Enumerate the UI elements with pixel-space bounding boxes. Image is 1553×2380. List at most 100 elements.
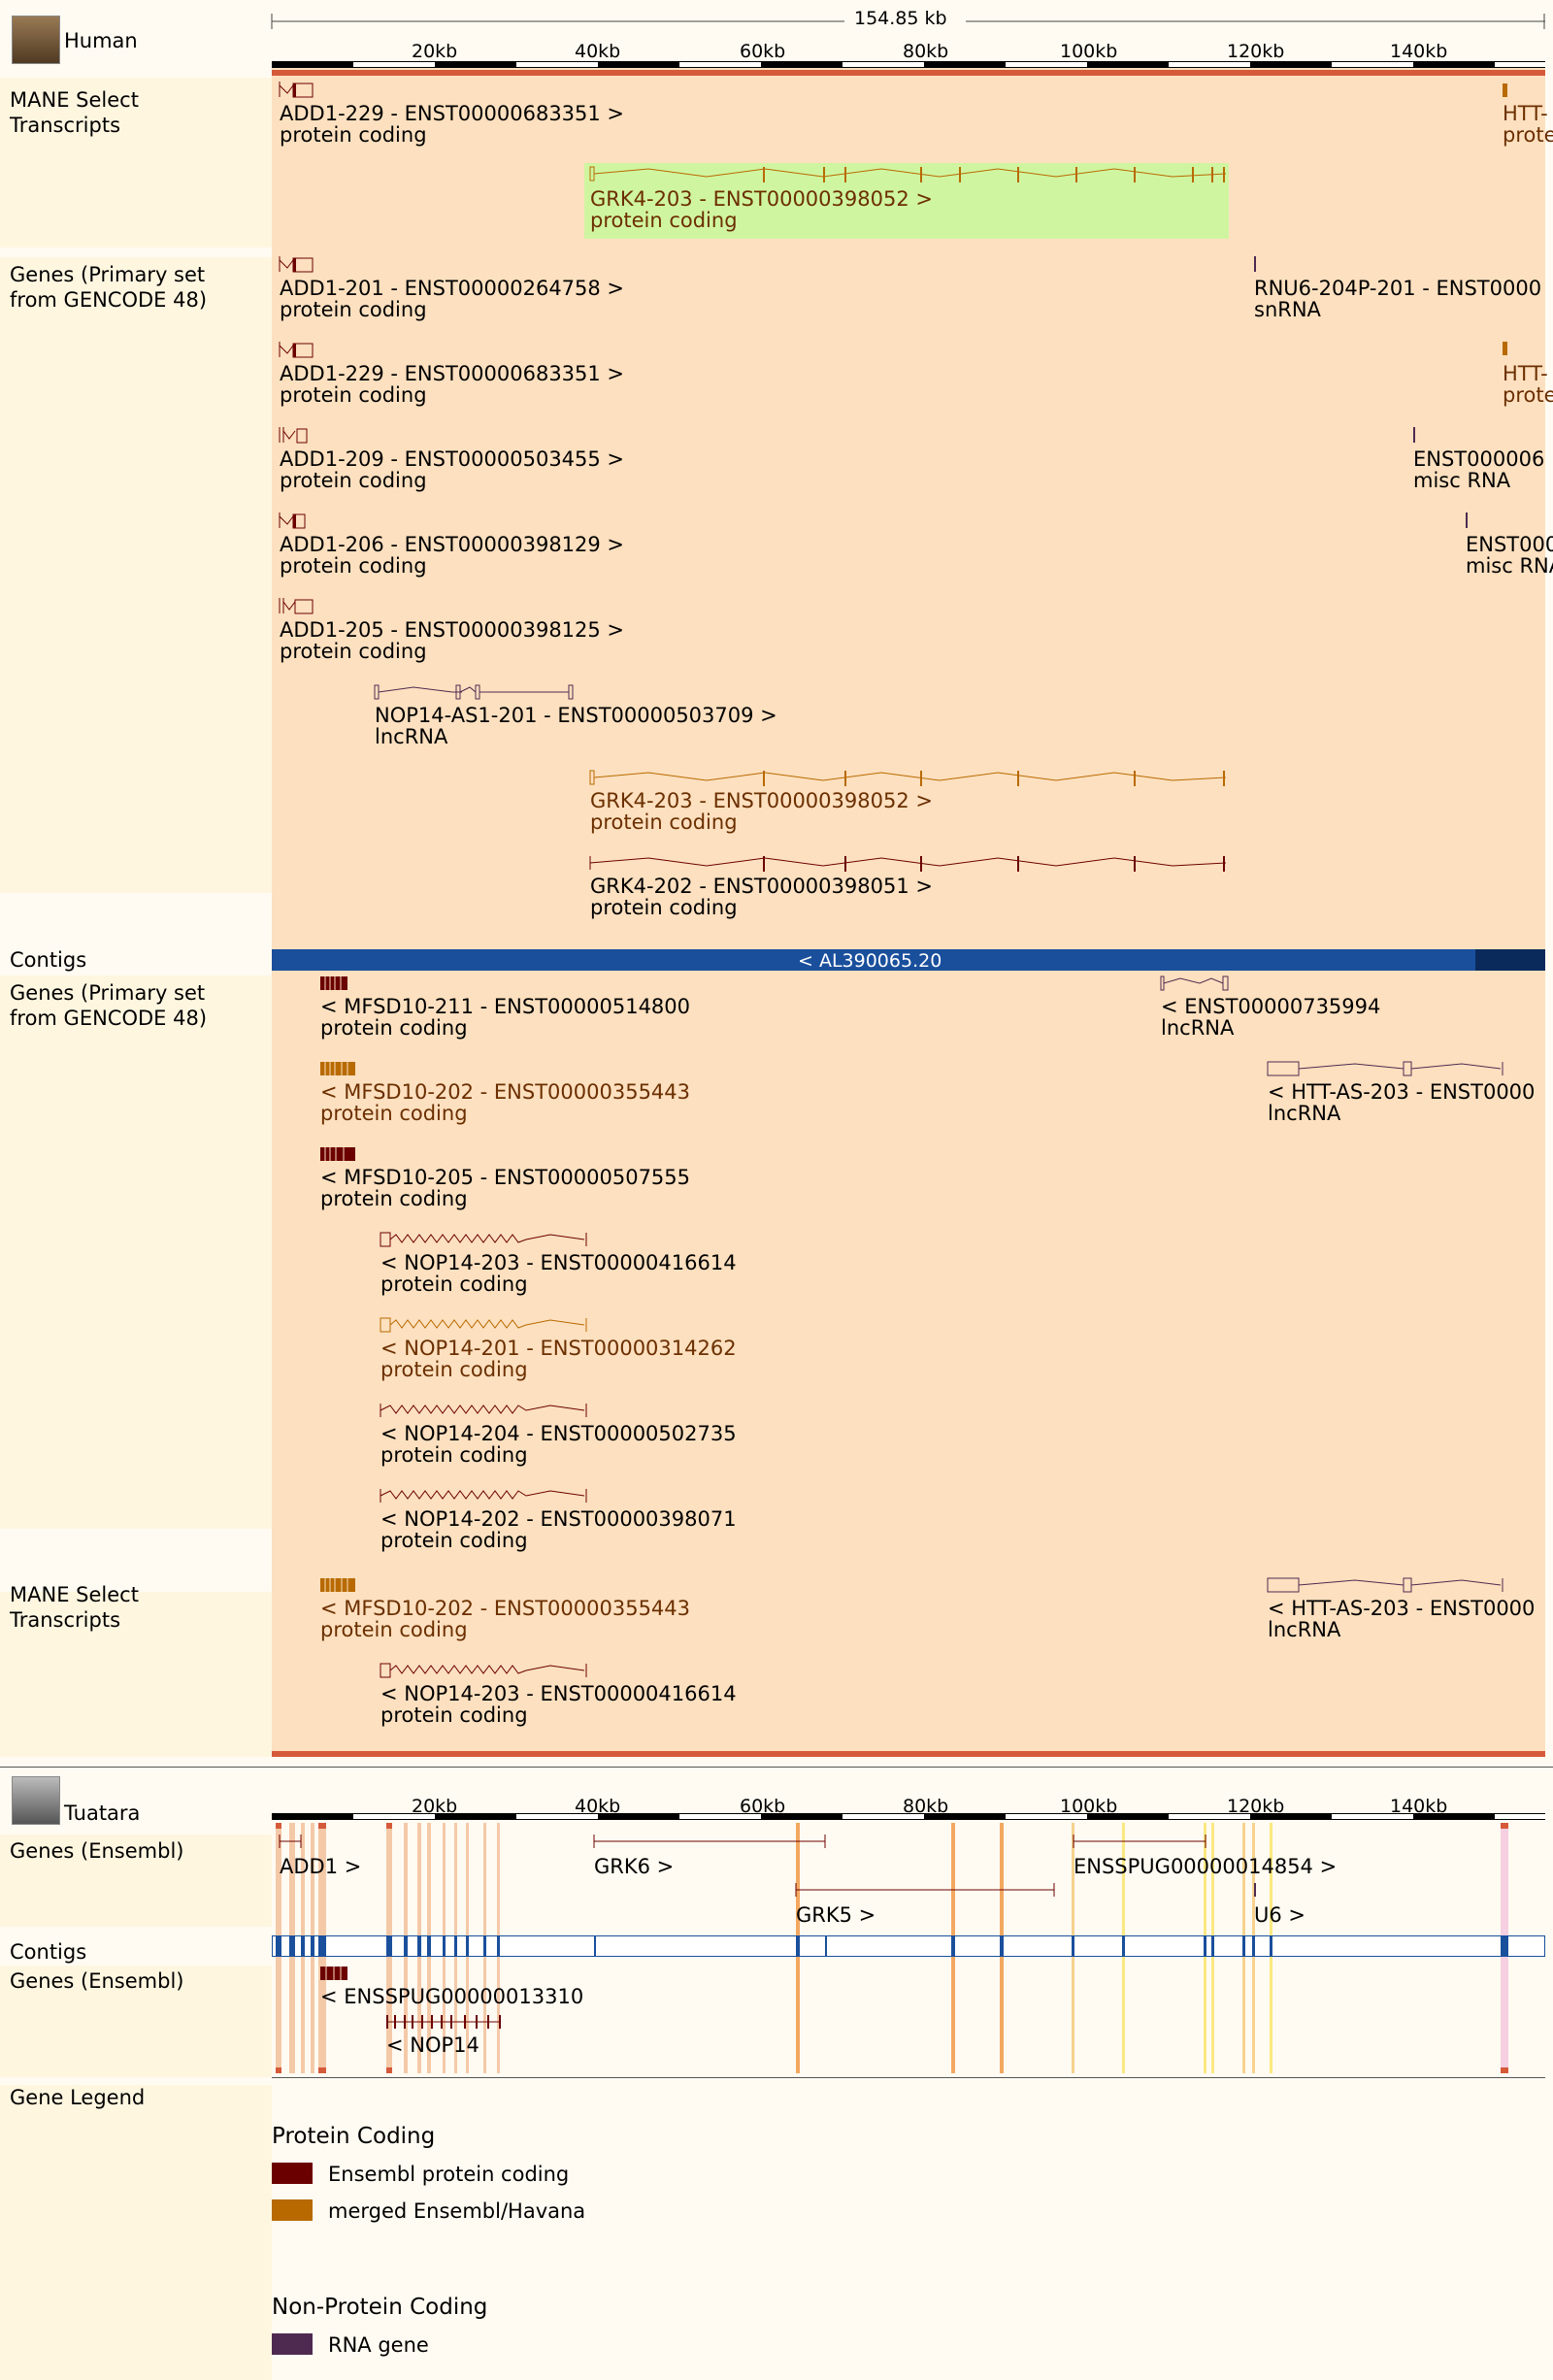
gene-glyph-mfsd10-202[interactable] — [320, 1576, 359, 1592]
gene-glyph-add1-205[interactable] — [279, 598, 318, 614]
gene-glyph-grk4-202[interactable] — [589, 854, 1231, 874]
feature-label[interactable]: NOP14-AS1-201 - ENST00000503709 > — [375, 705, 777, 727]
feature-label[interactable]: < NOP14-201 - ENST00000314262 — [380, 1338, 737, 1360]
track-label-contigs: Contigs — [10, 948, 87, 972]
feature-label[interactable]: GRK4-203 - ENST00000398052 > — [590, 188, 933, 211]
gene-glyph-add1-229[interactable] — [279, 342, 318, 358]
gene-glyph-enspug14854[interactable] — [1073, 1835, 1209, 1848]
gene-glyph-grk5[interactable] — [795, 1883, 1058, 1897]
track-label-tuatara-genes2: Genes (Ensembl) — [10, 1969, 184, 1993]
feature-label[interactable]: ENST000006 — [1413, 448, 1544, 471]
ruler-tick: 60kb — [740, 41, 786, 62]
gene-glyph-nop14-202[interactable] — [380, 1487, 594, 1503]
feature-label[interactable]: < MFSD10-211 - ENST00000514800 — [320, 996, 690, 1018]
feature-label[interactable]: GRK5 > — [796, 1904, 876, 1927]
ruler-tick: 40kb — [575, 41, 621, 62]
feature-type: protein coding — [380, 1273, 528, 1296]
feature-type: protein coding — [590, 896, 738, 919]
contig-bar-end[interactable] — [1475, 949, 1545, 971]
track-label-tuatara-genes1: Genes (Ensembl) — [10, 1839, 184, 1863]
feature-label[interactable]: RNU6-204P-201 - ENST0000 — [1254, 278, 1541, 300]
feature-label[interactable]: ADD1 > — [280, 1856, 361, 1878]
gene-glyph-add1-209[interactable] — [279, 427, 318, 444]
legend-item-ensembl: Ensembl protein coding — [328, 2163, 570, 2186]
feature-type: lncRNA — [1161, 1016, 1235, 1040]
feature-label[interactable]: HTT- — [1503, 363, 1548, 385]
feature-label[interactable]: < ENST00000735994 — [1161, 996, 1380, 1018]
feature-label[interactable]: < NOP14-202 - ENST00000398071 — [380, 1508, 737, 1531]
gene-glyph-grk4-203b[interactable] — [589, 769, 1231, 788]
feature-type: protein coding — [320, 1618, 468, 1641]
feature-type: snRNA — [1254, 298, 1321, 321]
gene-glyph-htt[interactable] — [1503, 83, 1507, 97]
tuatara-species-icon[interactable] — [12, 1776, 60, 1825]
feature-label[interactable]: HTT- — [1503, 103, 1548, 125]
feature-label[interactable]: ADD1-209 - ENST00000503455 > — [280, 448, 624, 471]
feature-label[interactable]: < NOP14-203 - ENST00000416614 — [380, 1683, 737, 1705]
gene-glyph-add1-229[interactable] — [279, 82, 318, 98]
track-label-tuatara-contigs: Contigs — [10, 1940, 87, 1964]
feature-label[interactable]: < MFSD10-202 - ENST00000355443 — [320, 1598, 690, 1620]
gene-glyph-htt-as-203[interactable] — [1267, 1576, 1506, 1593]
gene-glyph-add1[interactable] — [279, 1835, 309, 1848]
feature-label[interactable]: < MFSD10-205 - ENST00000507555 — [320, 1167, 690, 1189]
feature-label[interactable]: < MFSD10-202 - ENST00000355443 — [320, 1081, 690, 1104]
feature-label[interactable]: GRK4-202 - ENST00000398051 > — [590, 876, 933, 898]
gene-glyph-add1-201[interactable] — [279, 256, 318, 273]
legend-swatch-rna — [272, 2333, 313, 2355]
gene-glyph-misc[interactable] — [1413, 427, 1415, 443]
legend-title: Gene Legend — [10, 2086, 146, 2109]
gene-glyph-htt[interactable] — [1503, 342, 1507, 355]
feature-label[interactable]: ENSSPUG00000014854 > — [1074, 1856, 1337, 1878]
gene-glyph-mfsd10-202[interactable] — [320, 1060, 359, 1075]
feature-label[interactable]: ADD1-201 - ENST00000264758 > — [280, 278, 624, 300]
feature-label[interactable]: ADD1-205 - ENST00000398125 > — [280, 619, 624, 642]
gene-glyph-add1-206[interactable] — [279, 512, 318, 529]
gene-glyph-nop14-203[interactable] — [380, 1231, 594, 1247]
feature-type: protein coding — [380, 1703, 528, 1727]
feature-label[interactable]: ADD1-229 - ENST00000683351 > — [280, 363, 624, 385]
feature-type: protein coding — [380, 1358, 528, 1381]
feature-type: protein coding — [280, 640, 427, 663]
feature-label[interactable]: ENST000 — [1466, 534, 1553, 556]
gene-glyph-mfsd10-211[interactable] — [320, 975, 351, 990]
feature-label[interactable]: GRK6 > — [594, 1856, 674, 1878]
feature-label[interactable]: U6 > — [1254, 1904, 1305, 1927]
gene-glyph-rnu6[interactable] — [1254, 256, 1256, 272]
gene-glyph-nop14-as1[interactable] — [374, 683, 578, 700]
gene-glyph-mfsd10-205[interactable] — [320, 1145, 359, 1161]
human-species-icon[interactable] — [12, 16, 60, 64]
feature-label[interactable]: < NOP14-203 - ENST00000416614 — [380, 1252, 737, 1274]
feature-label[interactable]: ADD1-206 - ENST00000398129 > — [280, 534, 624, 556]
gene-glyph-nop14-201[interactable] — [380, 1316, 594, 1333]
tuatara-contig-blocks — [276, 1936, 1508, 1956]
feature-label[interactable]: < NOP14-204 - ENST00000502735 — [380, 1423, 737, 1445]
gene-glyph-enspug13310[interactable] — [320, 1965, 351, 1980]
gene-glyph-u6[interactable] — [1254, 1883, 1256, 1897]
feature-label[interactable]: < NOP14 — [386, 2034, 479, 2057]
feature-label[interactable]: GRK4-203 - ENST00000398052 > — [590, 790, 933, 812]
legend-swatch-merged — [272, 2199, 313, 2221]
feature-type: protein coding — [320, 1102, 468, 1125]
track-label-mane1: MANE Select Transcripts — [10, 88, 139, 137]
ruler-tick: 140kb — [1390, 41, 1448, 62]
highlight-region — [272, 68, 1545, 1757]
feature-label[interactable]: < HTT-AS-203 - ENST0000 — [1268, 1081, 1535, 1104]
feature-type: protein coding — [280, 383, 427, 407]
gene-glyph-misc[interactable] — [1466, 512, 1468, 528]
gene-glyph-enst735994[interactable] — [1160, 975, 1239, 991]
track-label-genes2: Genes (Primary set from GENCODE 48) — [10, 981, 208, 1030]
gene-glyph-nop14[interactable] — [386, 2013, 505, 2029]
feature-type: protein coding — [320, 1016, 468, 1040]
gene-glyph-grk6[interactable] — [593, 1835, 827, 1848]
feature-label[interactable]: ADD1-229 - ENST00000683351 > — [280, 103, 624, 125]
contig-label[interactable]: < AL390065.20 — [798, 950, 942, 973]
gene-glyph-grk4-203[interactable] — [589, 165, 1231, 184]
feature-label[interactable]: < HTT-AS-203 - ENST0000 — [1268, 1598, 1535, 1620]
gene-glyph-htt-as-203[interactable] — [1267, 1060, 1506, 1076]
gene-glyph-nop14-204[interactable] — [380, 1402, 594, 1417]
feature-type: protein coding — [590, 209, 738, 232]
gene-glyph-nop14-203[interactable] — [380, 1662, 594, 1678]
feature-label[interactable]: < ENSSPUG00000013310 — [320, 1986, 583, 2008]
legend-item-rna: RNA gene — [328, 2333, 429, 2357]
